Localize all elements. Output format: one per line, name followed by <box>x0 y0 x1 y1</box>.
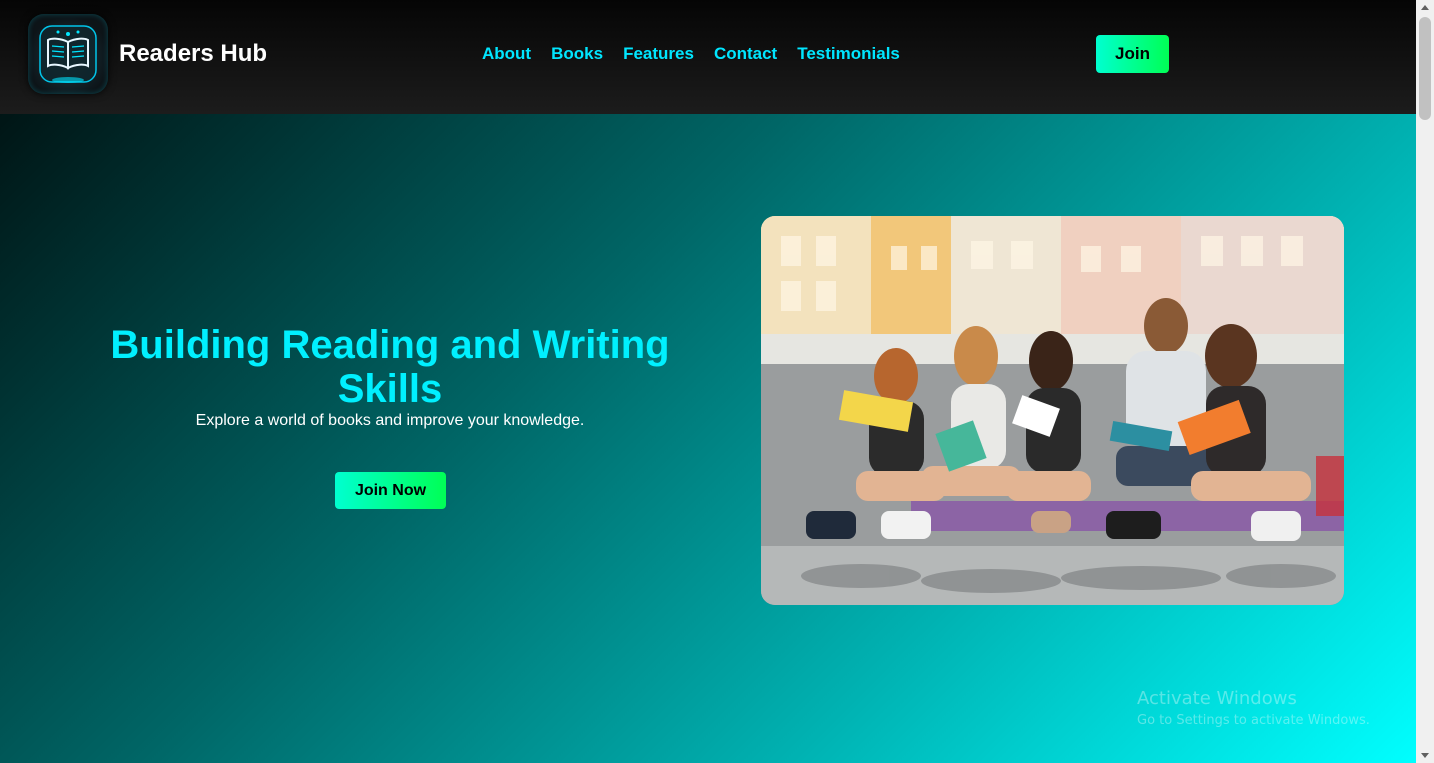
brand-name[interactable]: Readers Hub <box>119 40 267 68</box>
watermark-subtitle: Go to Settings to activate Windows. <box>1137 713 1370 728</box>
main-nav: About Books Features Contact Testimonial… <box>482 44 900 64</box>
scroll-down-arrow-icon[interactable] <box>1421 753 1429 758</box>
nav-link-books[interactable]: Books <box>551 44 603 64</box>
vertical-scrollbar[interactable] <box>1416 0 1434 763</box>
hero-section: Building Reading and Writing Skills Expl… <box>0 114 1416 763</box>
watermark-title: Activate Windows <box>1137 688 1297 709</box>
nav-link-features[interactable]: Features <box>623 44 694 64</box>
nav-link-about[interactable]: About <box>482 44 531 64</box>
logo[interactable] <box>28 14 108 94</box>
join-button[interactable]: Join <box>1096 35 1169 73</box>
hero-title: Building Reading and Writing Skills <box>110 323 670 411</box>
hero-image <box>761 216 1344 605</box>
open-book-icon <box>39 25 97 83</box>
scrollbar-thumb[interactable] <box>1419 17 1431 120</box>
hero-subtitle: Explore a world of books and improve you… <box>195 412 585 429</box>
nav-link-contact[interactable]: Contact <box>714 44 777 64</box>
nav-link-testimonials[interactable]: Testimonials <box>797 44 900 64</box>
join-now-button[interactable]: Join Now <box>335 472 446 509</box>
site-header: Readers Hub About Books Features Contact… <box>0 0 1416 114</box>
windows-activation-watermark: Activate Windows Go to Settings to activ… <box>1137 688 1370 728</box>
scroll-up-arrow-icon[interactable] <box>1421 5 1429 10</box>
